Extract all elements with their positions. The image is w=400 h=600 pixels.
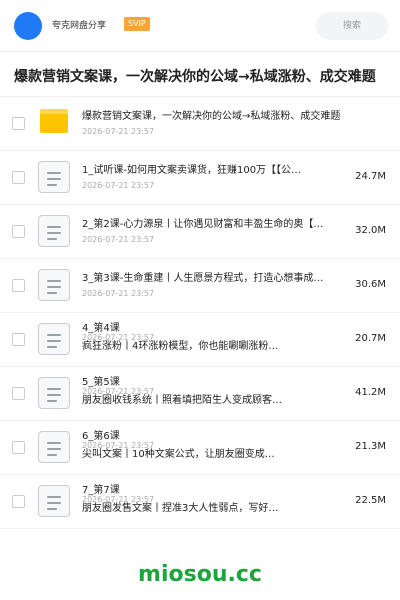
document-icon bbox=[38, 323, 70, 355]
list-item[interactable]: 3_第3课-生命重建丨人生愿景方程式，打造心想事成… 2026-07-21 23… bbox=[0, 259, 400, 313]
item-name: 6_第6课 bbox=[82, 431, 120, 442]
user-name: 夸克网盘分享 bbox=[52, 21, 107, 31]
item-subtitle: 尖叫文案丨10种文案公式，让朋友圈变成… bbox=[82, 449, 275, 460]
list-item[interactable]: 6_第6课 2026-07-21 23:57 尖叫文案丨10种文案公式，让朋友圈… bbox=[0, 421, 400, 475]
list-item[interactable]: 2_第2课-心力源泉丨让你遇见财富和丰盈生命的奥【… 2026-07-21 23… bbox=[0, 205, 400, 259]
item-name: 1_试听课-如何用文案卖课货，狂赚100万【【公… bbox=[82, 165, 302, 176]
document-icon bbox=[38, 485, 70, 517]
item-checkbox[interactable] bbox=[12, 225, 25, 238]
item-date: 2026-07-21 23:57 bbox=[82, 181, 155, 190]
item-date: 2026-07-21 23:57 bbox=[82, 235, 155, 244]
folder-icon bbox=[40, 109, 68, 133]
list-item[interactable]: 爆款营销文案课，一次解决你的公域→私域涨粉、成交难题 2026-07-21 23… bbox=[0, 97, 400, 151]
item-checkbox[interactable] bbox=[12, 387, 25, 400]
avatar[interactable] bbox=[14, 12, 42, 40]
item-checkbox[interactable] bbox=[12, 333, 25, 346]
document-icon bbox=[38, 269, 70, 301]
item-size: 21.3M bbox=[355, 441, 386, 452]
app-header: 夸克网盘分享 SVIP 搜索 bbox=[0, 0, 400, 52]
list-item[interactable]: 5_第5课 2026-07-21 23:57 朋友圈收钱系统丨照着填把陌生人变成… bbox=[0, 367, 400, 421]
item-date: 2026-07-21 23:57 bbox=[82, 127, 155, 136]
item-subtitle: 疯狂涨粉丨4环涨粉模型，你也能唰唰涨粉… bbox=[82, 341, 279, 352]
item-name: 爆款营销文案课，一次解决你的公域→私域涨粉、成交难题 bbox=[82, 111, 341, 122]
svip-badge: SVIP bbox=[124, 17, 150, 31]
item-name: 5_第5课 bbox=[82, 377, 120, 388]
item-name: 3_第3课-生命重建丨人生愿景方程式，打造心想事成… bbox=[82, 273, 324, 284]
page-title: 爆款营销文案课，一次解决你的公域→私域涨粉、成交难题 bbox=[14, 69, 376, 85]
item-size: 30.6M bbox=[355, 279, 386, 290]
item-size: 24.7M bbox=[355, 171, 386, 182]
share-title-bar: 爆款营销文案课，一次解决你的公域→私域涨粉、成交难题 bbox=[0, 53, 400, 97]
item-date: 2026-07-21 23:57 bbox=[82, 289, 155, 298]
search-button[interactable]: 搜索 bbox=[316, 12, 388, 40]
item-size: 22.5M bbox=[355, 495, 386, 506]
document-icon bbox=[38, 215, 70, 247]
document-icon bbox=[38, 377, 70, 409]
item-checkbox[interactable] bbox=[12, 171, 25, 184]
list-item[interactable]: 7_第7课 2026-07-21 23:57 朋友圈发售文案丨捏准3大人性弱点，… bbox=[0, 475, 400, 529]
list-item[interactable]: 4_第4课 2026-07-21 23:57 疯狂涨粉丨4环涨粉模型，你也能唰唰… bbox=[0, 313, 400, 367]
watermark: miosou.cc bbox=[138, 562, 262, 587]
item-name: 7_第7课 bbox=[82, 485, 120, 496]
item-checkbox[interactable] bbox=[12, 495, 25, 508]
item-subtitle: 朋友圈发售文案丨捏准3大人性弱点，写好… bbox=[82, 503, 279, 514]
item-subtitle: 朋友圈收钱系统丨照着填把陌生人变成顾客… bbox=[82, 395, 282, 406]
item-size: 41.2M bbox=[355, 387, 386, 398]
item-checkbox[interactable] bbox=[12, 279, 25, 292]
item-name: 4_第4课 bbox=[82, 323, 120, 334]
item-checkbox[interactable] bbox=[12, 117, 25, 130]
item-size: 20.7M bbox=[355, 333, 386, 344]
item-size: 32.0M bbox=[355, 225, 386, 236]
item-name: 2_第2课-心力源泉丨让你遇见财富和丰盈生命的奥【… bbox=[82, 219, 324, 230]
document-icon bbox=[38, 431, 70, 463]
list-item[interactable]: 1_试听课-如何用文案卖课货，狂赚100万【【公… 2026-07-21 23:… bbox=[0, 151, 400, 205]
document-icon bbox=[38, 161, 70, 193]
item-checkbox[interactable] bbox=[12, 441, 25, 454]
